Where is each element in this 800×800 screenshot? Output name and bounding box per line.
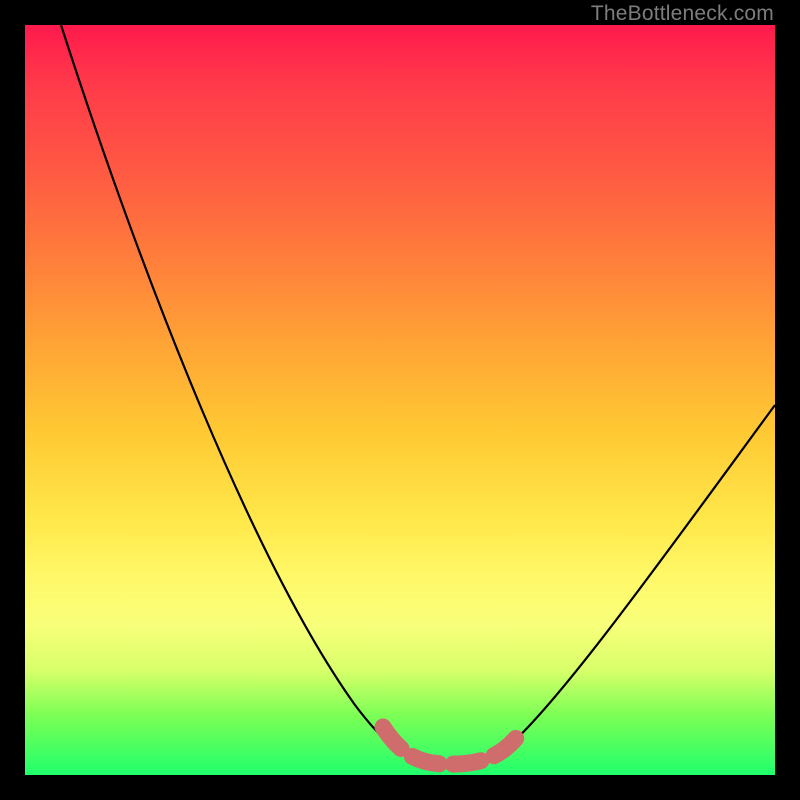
bottleneck-curve-path — [61, 25, 775, 764]
bottleneck-floor-marker-path — [383, 727, 517, 764]
gradient-plot-area — [25, 25, 775, 775]
watermark-text: TheBottleneck.com — [591, 2, 774, 26]
chart-frame: TheBottleneck.com — [0, 0, 800, 800]
bottleneck-chart-svg — [25, 25, 775, 775]
